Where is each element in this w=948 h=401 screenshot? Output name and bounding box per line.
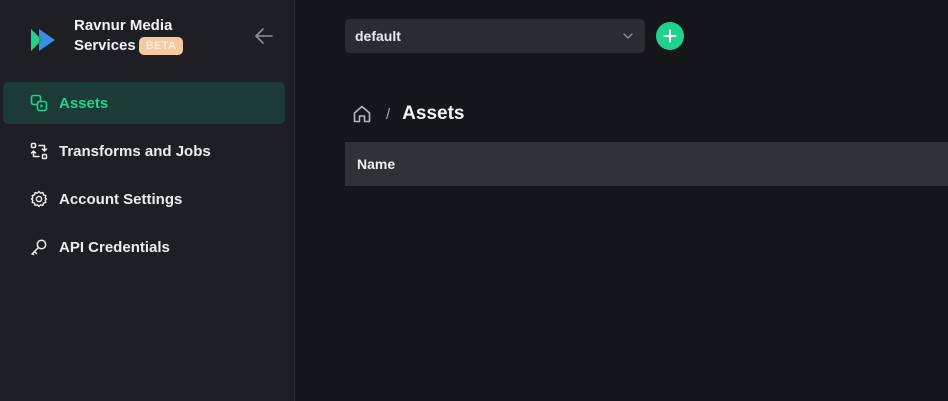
brand-name-line1: Ravnur Media <box>74 17 173 34</box>
add-environment-button[interactable] <box>656 22 684 50</box>
breadcrumb-separator: / <box>386 105 391 123</box>
table-header: Name <box>345 142 948 186</box>
gear-icon <box>29 189 49 209</box>
brand-name: Ravnur Media Services BETA <box>74 16 184 56</box>
sidebar-item-assets[interactable]: Assets <box>3 82 285 124</box>
sidebar-item-label: API Credentials <box>59 238 170 256</box>
sidebar-item-label: Account Settings <box>59 190 183 208</box>
sidebar-item-label: Transforms and Jobs <box>59 142 211 160</box>
transforms-icon <box>29 141 49 161</box>
collapse-sidebar-button[interactable] <box>252 24 276 48</box>
breadcrumb: / Assets <box>352 102 465 126</box>
sidebar-item-api-credentials[interactable]: API Credentials <box>3 226 285 268</box>
sidebar: Ravnur Media Services BETA Assets Transf… <box>0 0 295 401</box>
app-window: Ravnur Media Services BETA Assets Transf… <box>0 0 948 401</box>
arrow-left-icon <box>255 28 273 44</box>
environment-select[interactable]: default <box>345 19 645 53</box>
key-icon <box>29 237 49 257</box>
beta-badge: BETA <box>138 37 184 55</box>
chevron-down-icon <box>623 33 633 39</box>
column-header-name[interactable]: Name <box>357 156 395 172</box>
main-content: default / Assets Name <box>295 0 948 401</box>
sidebar-item-transforms-and-jobs[interactable]: Transforms and Jobs <box>3 130 285 172</box>
sidebar-item-label: Assets <box>59 94 109 112</box>
page-title: Assets <box>402 103 465 124</box>
environment-select-value: default <box>355 28 401 44</box>
sidebar-nav: Assets Transforms and Jobs Account Setti… <box>3 82 285 274</box>
home-icon[interactable] <box>352 104 372 124</box>
brand-name-line2: Services <box>74 37 136 54</box>
sidebar-item-account-settings[interactable]: Account Settings <box>3 178 285 220</box>
brand: Ravnur Media Services BETA <box>29 16 184 56</box>
assets-icon <box>29 93 49 113</box>
ravnur-logo-icon <box>31 29 55 51</box>
plus-icon <box>663 29 677 43</box>
